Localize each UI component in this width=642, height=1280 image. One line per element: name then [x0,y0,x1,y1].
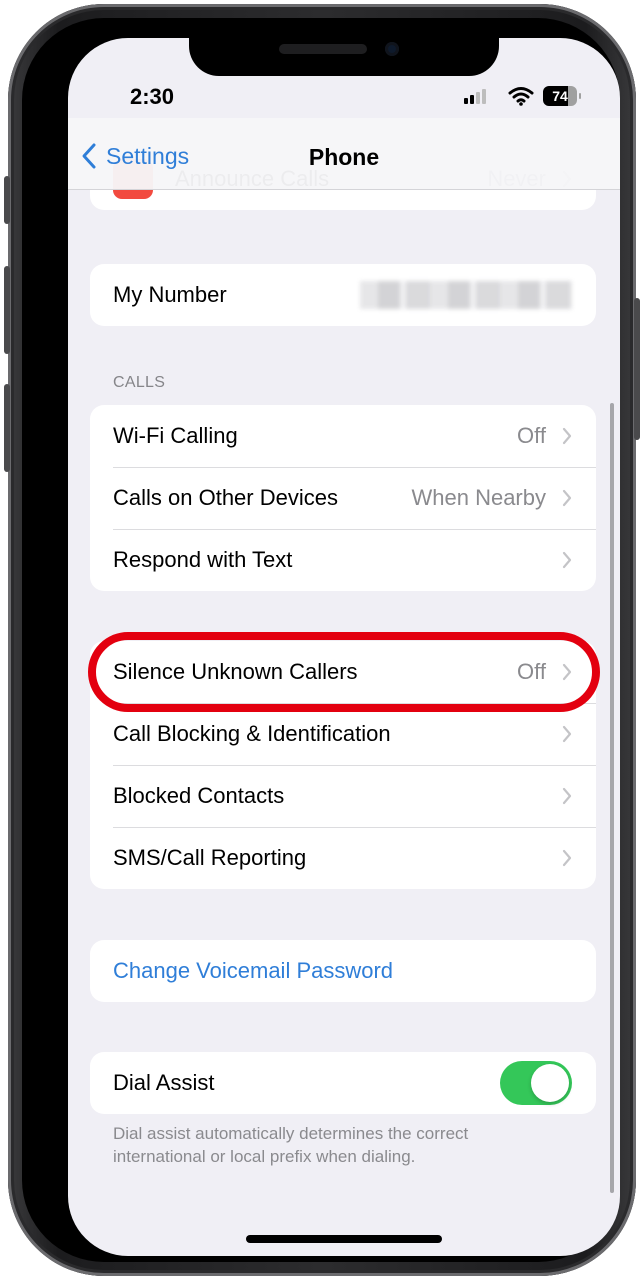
row-label: Silence Unknown Callers [113,659,358,684]
page-title: Phone [308,144,380,170]
calls-section-header: CALLS [113,374,166,391]
my-number-group: My Number [90,264,596,326]
row-label: Calls on Other Devices [113,485,338,510]
row-label: My Number [113,282,227,307]
row-silence-unknown-callers[interactable]: Silence Unknown Callers Off [90,641,596,703]
row-label: Respond with Text [113,547,293,572]
dial-assist-toggle[interactable] [500,1061,572,1105]
row-call-blocking-identification[interactable]: Call Blocking & Identification [90,703,596,765]
chevron-right-icon [562,725,572,743]
volume-down-button [4,384,10,472]
notch [189,38,499,76]
chevron-right-icon [562,787,572,805]
dial-assist-footer: Dial assist automatically determines the… [113,1124,469,1166]
navigation-bar: Settings Phone [68,118,620,190]
my-number-value-blurred [360,281,572,309]
row-blocked-contacts[interactable]: Blocked Contacts [90,765,596,827]
blocking-group: Silence Unknown Callers Off Call Blockin… [90,641,596,889]
row-label: Dial Assist [113,1070,215,1095]
power-button [634,298,640,440]
row-wifi-calling[interactable]: Wi-Fi Calling Off [90,405,596,467]
row-value: Off [517,659,546,684]
screen: Announce Calls Never My Number CALLS Wi-… [68,38,620,1256]
toggle-knob [531,1064,569,1102]
chevron-right-icon [562,489,572,507]
home-indicator[interactable] [246,1235,442,1243]
change-voicemail-password-link[interactable]: Change Voicemail Password [90,940,596,1002]
row-sms-call-reporting[interactable]: SMS/Call Reporting [90,827,596,889]
chevron-right-icon [562,427,572,445]
bezel: Announce Calls Never My Number CALLS Wi-… [22,18,620,1262]
volume-up-button [4,266,10,354]
row-label: Blocked Contacts [113,783,285,808]
row-dial-assist: Dial Assist [90,1052,596,1114]
cellular-signal-icon [464,88,486,104]
battery-icon: 74 [543,86,581,106]
scroll-indicator[interactable] [610,403,614,1193]
chevron-right-icon [562,663,572,681]
row-value: When Nearby [411,485,546,510]
row-calls-on-other-devices[interactable]: Calls on Other Devices When Nearby [90,467,596,529]
chevron-right-icon [562,551,572,569]
row-value: Off [517,423,546,448]
calls-group: Wi-Fi Calling Off Calls on Other Devices… [90,405,596,591]
action-button [4,176,10,224]
status-time: 2:30 [130,84,175,109]
wifi-icon [508,87,534,106]
voicemail-group: Change Voicemail Password [90,940,596,1002]
row-label: Call Blocking & Identification [113,721,391,746]
row-label: Change Voicemail Password [113,958,394,983]
row-label: Wi-Fi Calling [113,423,238,448]
row-my-number[interactable]: My Number [90,264,596,326]
chevron-right-icon [562,849,572,867]
row-respond-with-text[interactable]: Respond with Text [90,529,596,591]
row-label: SMS/Call Reporting [113,845,307,870]
dial-assist-group: Dial Assist [90,1052,596,1114]
